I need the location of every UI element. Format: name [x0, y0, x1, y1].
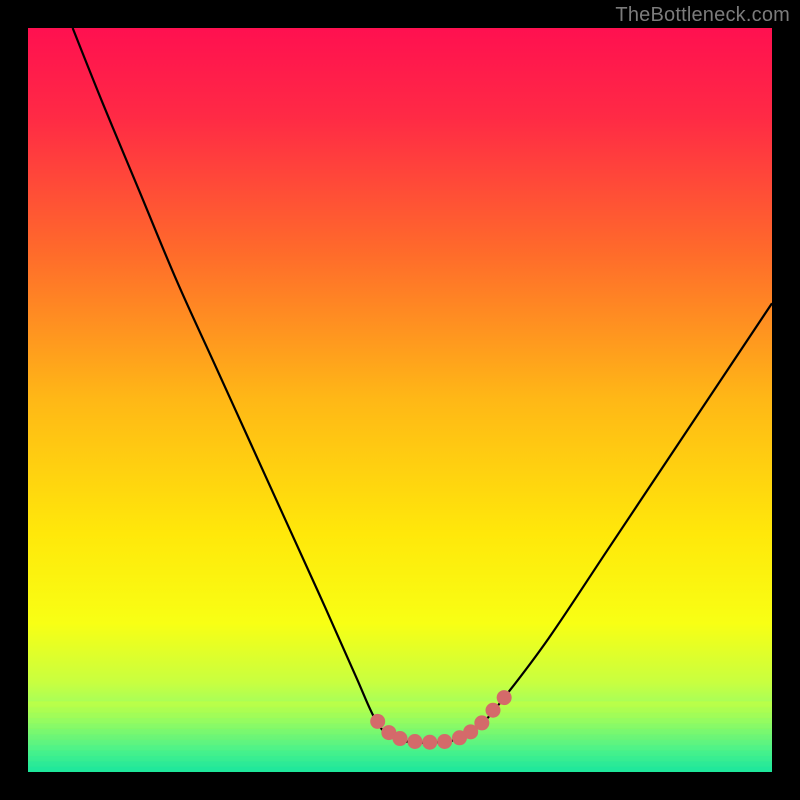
marker-dot	[422, 735, 437, 750]
marker-dot	[437, 734, 452, 749]
plot-svg	[28, 28, 772, 772]
marker-dot	[370, 714, 385, 729]
marker-dot	[407, 734, 422, 749]
gradient-background	[28, 28, 772, 772]
marker-dot	[497, 690, 512, 705]
marker-dot	[474, 715, 489, 730]
watermark-text: TheBottleneck.com	[615, 4, 790, 27]
chart-frame: TheBottleneck.com	[0, 0, 800, 800]
marker-dot	[486, 703, 501, 718]
plot-area	[28, 28, 772, 772]
marker-dot	[393, 731, 408, 746]
